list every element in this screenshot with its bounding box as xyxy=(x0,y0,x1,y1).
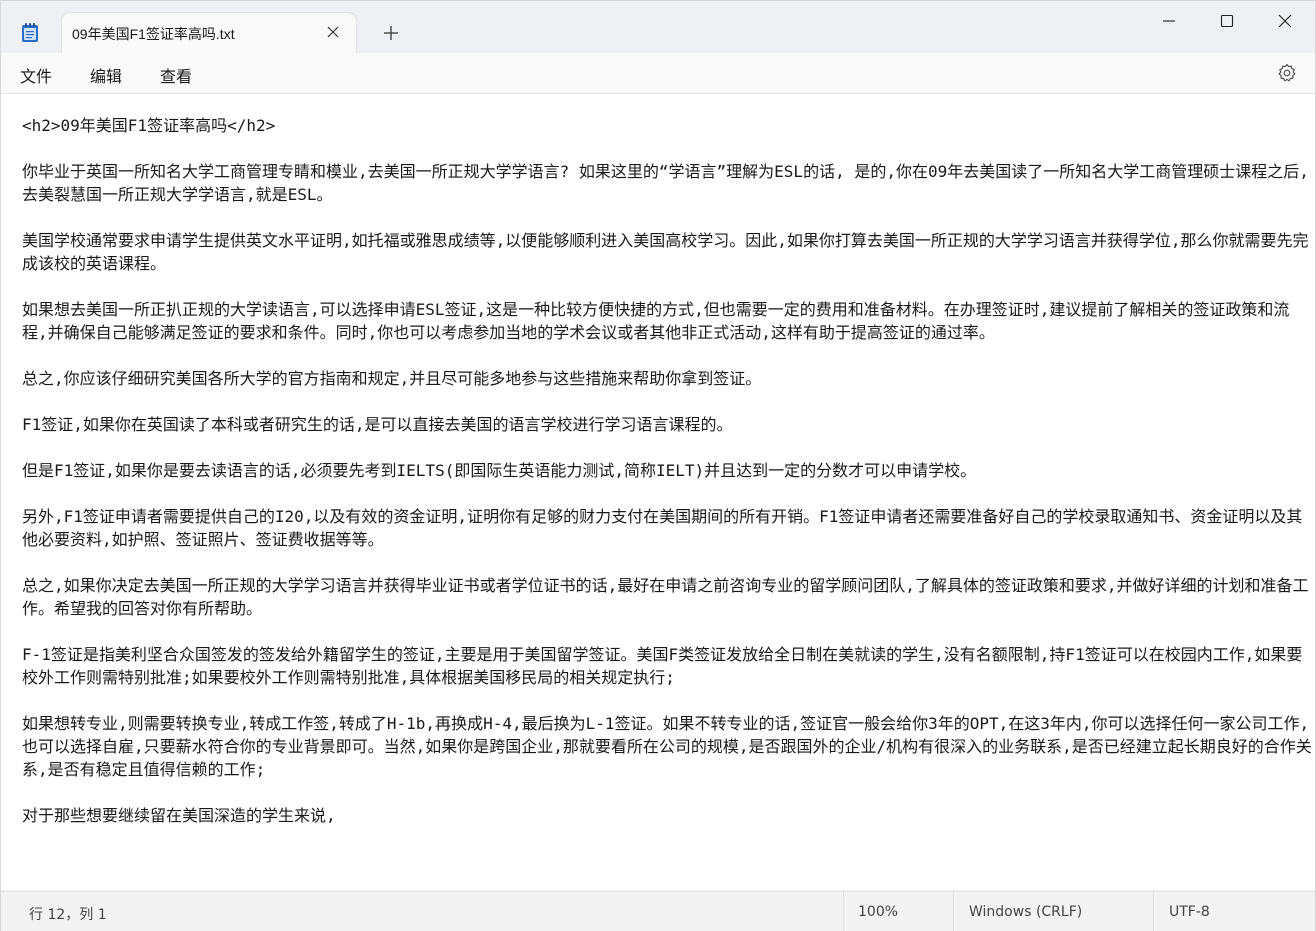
minimize-icon xyxy=(1163,20,1175,22)
menu-bar: 文件 编辑 查看 xyxy=(1,53,1315,93)
paragraph: 但是F1签证,如果你是要去读语言的话,必须要先考到IELTS(即国际生英语能力测… xyxy=(22,461,977,480)
line-ending: Windows (CRLF) xyxy=(969,904,1083,920)
close-window-button[interactable] xyxy=(1256,1,1314,41)
tab-title: 09年美国F1签证率高吗.txt xyxy=(72,26,235,42)
paragraph: 你毕业于英国一所知名大学工商管理专睛和模业,去美国一所正规大学学语言? 如果这里… xyxy=(22,162,1309,204)
menu-file[interactable]: 文件 xyxy=(20,63,52,87)
paragraph: F1签证,如果你在英国读了本科或者研究生的话,是可以直接去美国的语言学校进行学习… xyxy=(22,415,733,434)
notepad-window: 09年美国F1签证率高吗.txt 文件 编辑 查看 <h2>09年美国F1签证率… xyxy=(0,0,1316,931)
encoding: UTF-8 xyxy=(1169,904,1210,920)
close-icon[interactable] xyxy=(324,23,342,41)
paragraph: 总之,你应该仔细研究美国各所大学的官方指南和规定,并且尽可能多地参与这些措施来帮… xyxy=(22,369,762,388)
paragraph: 对于那些想要继续留在美国深造的学生来说, xyxy=(22,806,336,825)
paragraph: 另外,F1签证申请者需要提供自己的I20,以及有效的资金证明,证明你有足够的财力… xyxy=(22,507,1303,549)
plus-icon[interactable] xyxy=(379,21,403,45)
title-bar: 09年美国F1签证率高吗.txt xyxy=(1,1,1315,53)
document-text[interactable]: <h2>09年美国F1签证率高吗</h2> 你毕业于英国一所知名大学工商管理专睛… xyxy=(22,114,1312,850)
notepad-icon xyxy=(22,23,38,42)
paragraph: 如果想转专业,则需要转换专业,转成工作签,转成了H-1b,再换成H-4,最后换为… xyxy=(22,714,1312,779)
maximize-button[interactable] xyxy=(1198,1,1256,41)
text-editor[interactable]: <h2>09年美国F1签证率高吗</h2> 你毕业于英国一所知名大学工商管理专睛… xyxy=(1,94,1315,890)
paragraph: 如果想去美国一所正扒正规的大学读语言,可以选择申请ESL签证,这是一种比较方便快… xyxy=(22,300,1290,342)
status-bar: 行 12，列 1 100% Windows (CRLF) UTF-8 xyxy=(1,891,1315,931)
minimize-button[interactable] xyxy=(1140,1,1198,41)
status-divider xyxy=(843,892,844,931)
close-icon xyxy=(1278,14,1292,28)
paragraph: <h2>09年美国F1签证率高吗</h2> xyxy=(22,116,276,135)
status-divider xyxy=(1153,892,1154,931)
paragraph: F-1签证是指美利坚合众国签发的签发给外籍留学生的签证,主要是用于美国留学签证。… xyxy=(22,645,1303,687)
status-divider xyxy=(953,892,954,931)
menu-view[interactable]: 查看 xyxy=(160,63,192,87)
gear-icon[interactable] xyxy=(1277,63,1297,83)
paragraph: 总之,如果你决定去美国一所正规的大学学习语言并获得毕业证书或者学位证书的话,最好… xyxy=(22,576,1309,618)
zoom-level: 100% xyxy=(858,904,899,920)
menu-edit[interactable]: 编辑 xyxy=(90,63,122,87)
maximize-icon xyxy=(1220,14,1234,28)
cursor-position: 行 12，列 1 xyxy=(29,907,107,923)
paragraph: 美国学校通常要求申请学生提供英文水平证明,如托福或雅思成绩等,以便能够顺利进入美… xyxy=(22,231,1309,273)
tab-document[interactable]: 09年美国F1签证率高吗.txt xyxy=(62,13,356,53)
